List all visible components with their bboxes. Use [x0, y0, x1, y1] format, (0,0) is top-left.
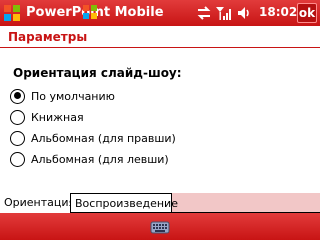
page-title: Параметры	[8, 30, 88, 44]
windows-flag-overlay-icon	[83, 5, 97, 19]
tab-playback[interactable]: Воспроизведение	[71, 193, 178, 213]
tab-orientation[interactable]: Ориентация	[0, 193, 75, 213]
orientation-group-label: Ориентация слайд-шоу:	[13, 66, 182, 80]
radio-option-landscape-left[interactable]: Альбомная (для левши)	[10, 150, 169, 168]
radio-button[interactable]	[10, 88, 25, 104]
clock[interactable]: 18:02	[259, 5, 297, 19]
radio-button[interactable]	[10, 151, 25, 167]
radio-button[interactable]	[10, 109, 25, 125]
radio-label: Альбомная (для левши)	[31, 152, 169, 166]
radio-option-landscape-right[interactable]: Альбомная (для правши)	[10, 129, 176, 147]
radio-label: Книжная	[31, 110, 84, 124]
page-header: Параметры	[0, 26, 320, 48]
windows-start-icon[interactable]	[2, 3, 22, 23]
radio-option-portrait[interactable]: Книжная	[10, 108, 84, 126]
radio-label: Альбомная (для правши)	[31, 131, 176, 145]
header-divider	[0, 47, 320, 48]
radio-button[interactable]	[10, 130, 25, 146]
ok-button[interactable]: ok	[297, 3, 317, 23]
radio-label: По умолчанию	[31, 89, 115, 103]
speaker-icon[interactable]	[236, 5, 252, 21]
connectivity-icon[interactable]	[196, 5, 212, 21]
signal-icon[interactable]	[215, 5, 233, 21]
softkey-bar	[0, 213, 320, 240]
status-icons	[196, 4, 255, 22]
radio-option-default[interactable]: По умолчанию	[10, 87, 115, 105]
title-bar: PowerPoint Mobile 18:02 ok	[0, 0, 320, 26]
keyboard-icon[interactable]	[150, 219, 170, 235]
